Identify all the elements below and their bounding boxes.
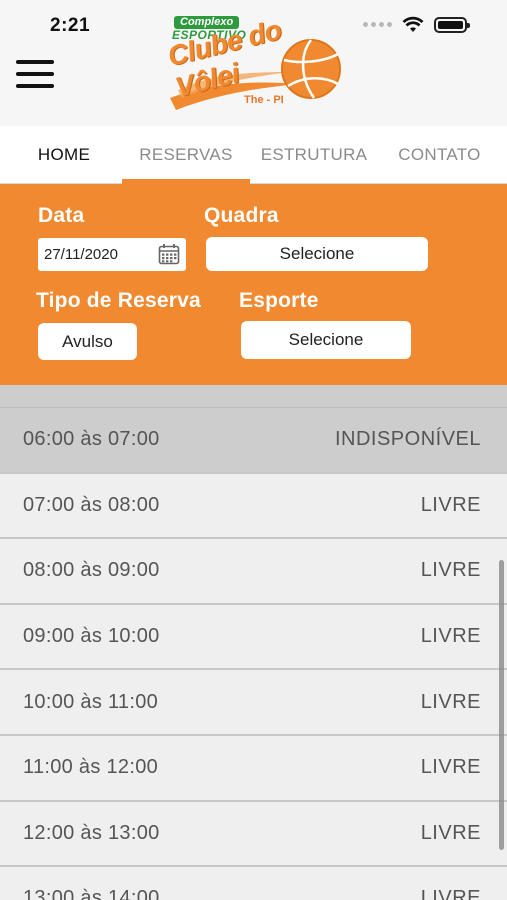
wifi-icon (402, 16, 424, 32)
date-field[interactable]: 27/11/2020 (38, 238, 186, 271)
time-slot-row[interactable]: 13:00 às 14:00 LIVRE (0, 867, 507, 900)
slot-time: 06:00 às 07:00 (23, 428, 160, 451)
list-header-spacer (0, 385, 507, 408)
time-slot-row[interactable]: 07:00 às 08:00 LIVRE (0, 473, 507, 540)
tab-contato[interactable]: CONTATO (378, 126, 501, 184)
slot-status: LIVRE (420, 756, 481, 779)
list-scrollbar[interactable] (499, 560, 504, 850)
slot-status: LIVRE (420, 690, 481, 713)
esporte-label: Esporte (239, 289, 319, 312)
quadra-select[interactable]: Selecione (206, 237, 428, 271)
slot-status: LIVRE (420, 887, 481, 900)
tipo-reserva-value: Avulso (62, 331, 113, 351)
main-tabs: HOME RESERVAS ESTRUTURA CONTATO (0, 126, 507, 184)
reservation-filters: Data 27/11/2020 Quadra Selecione Tipo de… (0, 184, 507, 385)
slot-status: LIVRE (420, 821, 481, 844)
status-time: 2:21 (50, 15, 91, 36)
tab-home[interactable]: HOME (0, 126, 128, 184)
tipo-reserva-select[interactable]: Avulso (38, 323, 137, 360)
logo-location-text: The - PI (244, 94, 284, 106)
esporte-value: Selecione (288, 330, 364, 349)
slot-status: INDISPONÍVEL (334, 428, 481, 451)
time-slot-row[interactable]: 11:00 às 12:00 LIVRE (0, 735, 507, 802)
slot-time: 08:00 às 09:00 (23, 559, 160, 582)
slot-status: LIVRE (420, 493, 481, 516)
slot-time: 10:00 às 11:00 (23, 690, 159, 713)
slot-time: 07:00 às 08:00 (23, 493, 160, 516)
slot-time: 13:00 às 14:00 (23, 887, 160, 900)
time-slot-row[interactable]: 09:00 às 10:00 LIVRE (0, 604, 507, 671)
calendar-icon[interactable] (158, 243, 180, 265)
tab-reservas[interactable]: RESERVAS (122, 126, 250, 184)
volleyball-icon (281, 39, 341, 99)
tab-reservas-label: RESERVAS (139, 145, 233, 164)
tipo-reserva-label: Tipo de Reserva (36, 289, 201, 312)
slot-time: 11:00 às 12:00 (23, 756, 159, 779)
quadra-label: Quadra (204, 204, 279, 227)
quadra-value: Selecione (279, 244, 355, 263)
time-slot-row[interactable]: 12:00 às 13:00 LIVRE (0, 801, 507, 868)
slot-time: 09:00 às 10:00 (23, 625, 160, 648)
time-slot-row[interactable]: 06:00 às 07:00 INDISPONÍVEL (0, 408, 507, 474)
esporte-select[interactable]: Selecione (241, 321, 411, 359)
time-slot-list[interactable]: 06:00 às 07:00 INDISPONÍVEL 07:00 às 08:… (0, 385, 507, 900)
slot-status: LIVRE (420, 625, 481, 648)
data-label: Data (38, 204, 85, 227)
app-header: 2:21 Complexo ESPORTIVO Clube do Vôlei T… (0, 0, 507, 126)
status-icons (363, 16, 470, 33)
hamburger-menu-icon[interactable] (16, 60, 54, 88)
tab-estrutura[interactable]: ESTRUTURA (250, 126, 378, 184)
tab-contato-label: CONTATO (398, 145, 481, 164)
slot-time: 12:00 às 13:00 (23, 821, 160, 844)
tab-estrutura-label: ESTRUTURA (260, 145, 368, 164)
battery-icon (434, 16, 470, 33)
signal-icon (363, 22, 392, 27)
slot-status: LIVRE (420, 559, 481, 582)
screen: 2:21 Complexo ESPORTIVO Clube do Vôlei T… (0, 0, 507, 900)
time-slot-row[interactable]: 08:00 às 09:00 LIVRE (0, 539, 507, 605)
date-value: 27/11/2020 (44, 246, 118, 263)
tab-home-label: HOME (37, 145, 91, 164)
time-slot-row[interactable]: 10:00 às 11:00 LIVRE (0, 670, 507, 736)
club-logo: Complexo ESPORTIVO Clube do Vôlei The - … (165, 14, 348, 120)
